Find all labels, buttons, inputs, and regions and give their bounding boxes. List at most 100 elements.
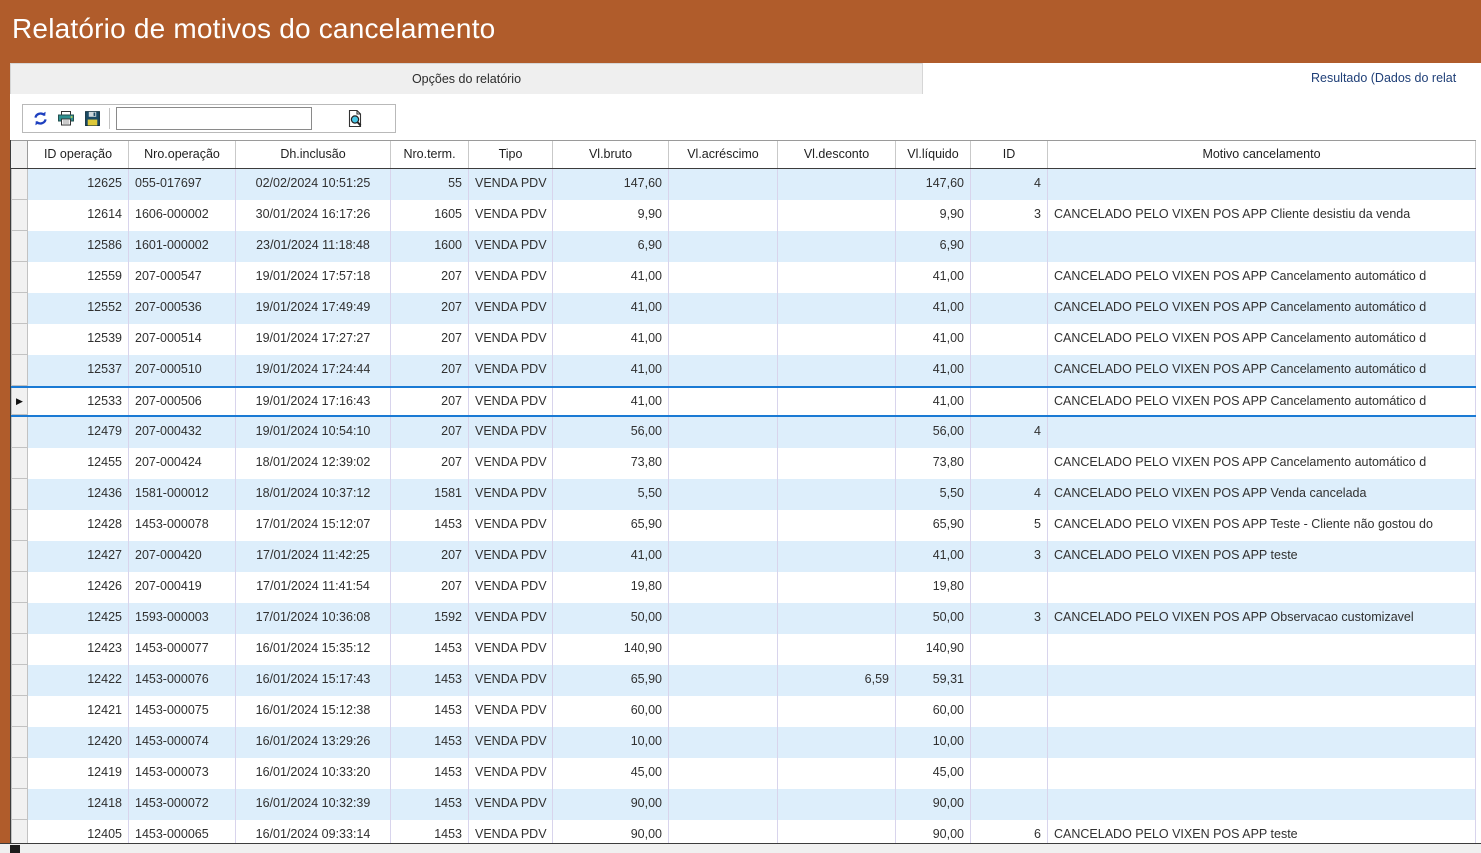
table-cell[interactable]: 16/01/2024 15:17:43 xyxy=(236,665,391,696)
table-cell[interactable]: CANCELADO PELO VIXEN POS APP teste xyxy=(1048,820,1476,843)
table-cell[interactable]: 1592 xyxy=(391,603,469,634)
table-cell[interactable] xyxy=(669,727,778,758)
table-cell[interactable]: 41,00 xyxy=(896,293,971,324)
table-cell[interactable] xyxy=(971,355,1048,386)
table-cell[interactable]: 1453 xyxy=(391,634,469,665)
table-cell[interactable]: 19/01/2024 17:16:43 xyxy=(236,388,391,415)
table-cell[interactable]: 12537 xyxy=(28,355,129,386)
row-indicator[interactable] xyxy=(11,355,28,386)
table-cell[interactable] xyxy=(778,727,896,758)
table-row[interactable]: 126141606-00000230/01/2024 16:17:261605V… xyxy=(11,200,1476,231)
table-cell[interactable]: 18/01/2024 10:37:12 xyxy=(236,479,391,510)
table-cell[interactable]: 4 xyxy=(971,479,1048,510)
table-cell[interactable]: 147,60 xyxy=(553,169,669,200)
table-cell[interactable]: 12426 xyxy=(28,572,129,603)
table-cell[interactable]: 12420 xyxy=(28,727,129,758)
table-cell[interactable]: 12418 xyxy=(28,789,129,820)
table-cell[interactable]: 12419 xyxy=(28,758,129,789)
table-cell[interactable]: 90,00 xyxy=(896,820,971,843)
table-cell[interactable] xyxy=(778,293,896,324)
row-indicator[interactable] xyxy=(11,262,28,293)
table-cell[interactable]: 1453 xyxy=(391,696,469,727)
table-cell[interactable] xyxy=(669,665,778,696)
table-cell[interactable]: 1606-000002 xyxy=(129,200,236,231)
tab-report-options[interactable]: Opções do relatório xyxy=(10,63,923,94)
row-indicator[interactable] xyxy=(11,603,28,634)
refresh-button[interactable] xyxy=(27,106,53,131)
table-cell[interactable]: 4 xyxy=(971,417,1048,448)
table-cell[interactable]: VENDA PDV xyxy=(469,696,553,727)
table-row[interactable]: 124281453-00007817/01/2024 15:12:071453V… xyxy=(11,510,1476,541)
table-cell[interactable]: 65,90 xyxy=(553,510,669,541)
table-row[interactable]: 124191453-00007316/01/2024 10:33:201453V… xyxy=(11,758,1476,789)
table-cell[interactable]: 1453 xyxy=(391,510,469,541)
table-cell[interactable]: 18/01/2024 12:39:02 xyxy=(236,448,391,479)
table-cell[interactable] xyxy=(1048,169,1476,200)
table-cell[interactable] xyxy=(778,634,896,665)
table-cell[interactable]: 17/01/2024 10:36:08 xyxy=(236,603,391,634)
table-cell[interactable]: 12559 xyxy=(28,262,129,293)
table-cell[interactable]: 19/01/2024 17:24:44 xyxy=(236,355,391,386)
table-cell[interactable] xyxy=(778,262,896,293)
table-cell[interactable]: 12436 xyxy=(28,479,129,510)
table-cell[interactable]: 207 xyxy=(391,388,469,415)
table-row[interactable]: 12552207-00053619/01/2024 17:49:49207VEN… xyxy=(11,293,1476,324)
table-cell[interactable] xyxy=(669,388,778,415)
table-cell[interactable]: 207-000419 xyxy=(129,572,236,603)
table-cell[interactable] xyxy=(778,355,896,386)
table-cell[interactable]: 12428 xyxy=(28,510,129,541)
table-cell[interactable]: VENDA PDV xyxy=(469,789,553,820)
table-cell[interactable]: 207 xyxy=(391,355,469,386)
table-cell[interactable]: 140,90 xyxy=(896,634,971,665)
table-cell[interactable]: CANCELADO PELO VIXEN POS APP Cancelament… xyxy=(1048,262,1476,293)
table-row[interactable]: 124201453-00007416/01/2024 13:29:261453V… xyxy=(11,727,1476,758)
table-cell[interactable]: 055-017697 xyxy=(129,169,236,200)
row-indicator[interactable] xyxy=(11,324,28,355)
table-cell[interactable]: VENDA PDV xyxy=(469,541,553,572)
table-cell[interactable]: VENDA PDV xyxy=(469,572,553,603)
table-cell[interactable]: 12421 xyxy=(28,696,129,727)
table-cell[interactable]: 50,00 xyxy=(896,603,971,634)
table-cell[interactable]: 17/01/2024 15:12:07 xyxy=(236,510,391,541)
table-cell[interactable]: 1593-000003 xyxy=(129,603,236,634)
table-cell[interactable]: 60,00 xyxy=(553,696,669,727)
tab-report-result[interactable]: Resultado (Dados do relat xyxy=(923,63,1481,94)
table-cell[interactable]: 12539 xyxy=(28,324,129,355)
table-cell[interactable]: 207-000547 xyxy=(129,262,236,293)
table-cell[interactable]: CANCELADO PELO VIXEN POS APP Cancelament… xyxy=(1048,355,1476,386)
row-indicator[interactable] xyxy=(11,727,28,758)
table-cell[interactable] xyxy=(778,696,896,727)
table-cell[interactable]: 12586 xyxy=(28,231,129,262)
table-cell[interactable]: VENDA PDV xyxy=(469,355,553,386)
table-cell[interactable]: VENDA PDV xyxy=(469,388,553,415)
table-cell[interactable]: CANCELADO PELO VIXEN POS APP Cancelament… xyxy=(1048,324,1476,355)
table-cell[interactable]: CANCELADO PELO VIXEN POS APP teste xyxy=(1048,541,1476,572)
table-cell[interactable]: CANCELADO PELO VIXEN POS APP Cliente des… xyxy=(1048,200,1476,231)
table-cell[interactable]: 41,00 xyxy=(896,388,971,415)
table-cell[interactable] xyxy=(669,758,778,789)
table-cell[interactable]: 41,00 xyxy=(896,262,971,293)
table-cell[interactable]: 207-000420 xyxy=(129,541,236,572)
table-cell[interactable]: VENDA PDV xyxy=(469,665,553,696)
table-cell[interactable] xyxy=(669,262,778,293)
table-cell[interactable] xyxy=(1048,727,1476,758)
table-cell[interactable]: 207 xyxy=(391,293,469,324)
table-cell[interactable] xyxy=(971,696,1048,727)
table-cell[interactable] xyxy=(971,572,1048,603)
table-cell[interactable] xyxy=(669,169,778,200)
column-header[interactable]: Nro.term. xyxy=(391,141,469,168)
table-cell[interactable] xyxy=(971,448,1048,479)
table-cell[interactable] xyxy=(669,355,778,386)
table-cell[interactable]: 19/01/2024 17:49:49 xyxy=(236,293,391,324)
table-cell[interactable]: 12405 xyxy=(28,820,129,843)
table-cell[interactable] xyxy=(669,293,778,324)
table-cell[interactable]: 56,00 xyxy=(553,417,669,448)
table-cell[interactable]: 1601-000002 xyxy=(129,231,236,262)
table-cell[interactable] xyxy=(1048,696,1476,727)
table-cell[interactable]: 9,90 xyxy=(553,200,669,231)
table-row[interactable]: 124181453-00007216/01/2024 10:32:391453V… xyxy=(11,789,1476,820)
table-cell[interactable]: 10,00 xyxy=(896,727,971,758)
table-cell[interactable]: 90,00 xyxy=(553,789,669,820)
table-row[interactable]: 125861601-00000223/01/2024 11:18:481600V… xyxy=(11,231,1476,262)
table-cell[interactable]: 16/01/2024 15:35:12 xyxy=(236,634,391,665)
